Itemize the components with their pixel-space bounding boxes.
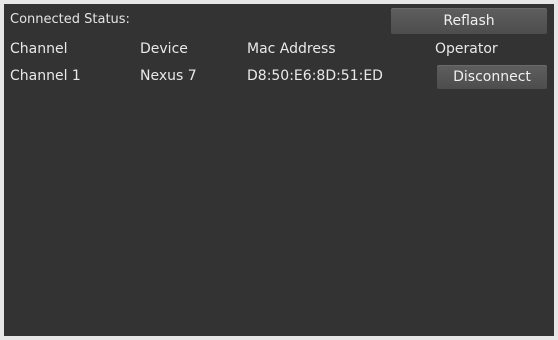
connected-status-label: Connected Status:: [10, 12, 130, 27]
header-operator: Operator: [435, 41, 498, 57]
refresh-button[interactable]: Reflash: [391, 8, 547, 34]
header-device: Device: [140, 41, 188, 57]
connection-screen: Connected Status: Reflash Channel Device…: [4, 4, 554, 336]
table-row: Channel 1 Nexus 7 D8:50:E6:8D:51:ED Disc…: [4, 65, 554, 91]
header-channel: Channel: [10, 41, 68, 57]
row-channel: Channel 1: [10, 68, 81, 84]
header-mac-address: Mac Address: [247, 41, 336, 57]
row-mac-address: D8:50:E6:8D:51:ED: [247, 68, 383, 84]
row-device: Nexus 7: [140, 68, 197, 84]
table-header: Channel Device Mac Address Operator: [4, 38, 554, 60]
disconnect-button[interactable]: Disconnect: [437, 65, 547, 89]
